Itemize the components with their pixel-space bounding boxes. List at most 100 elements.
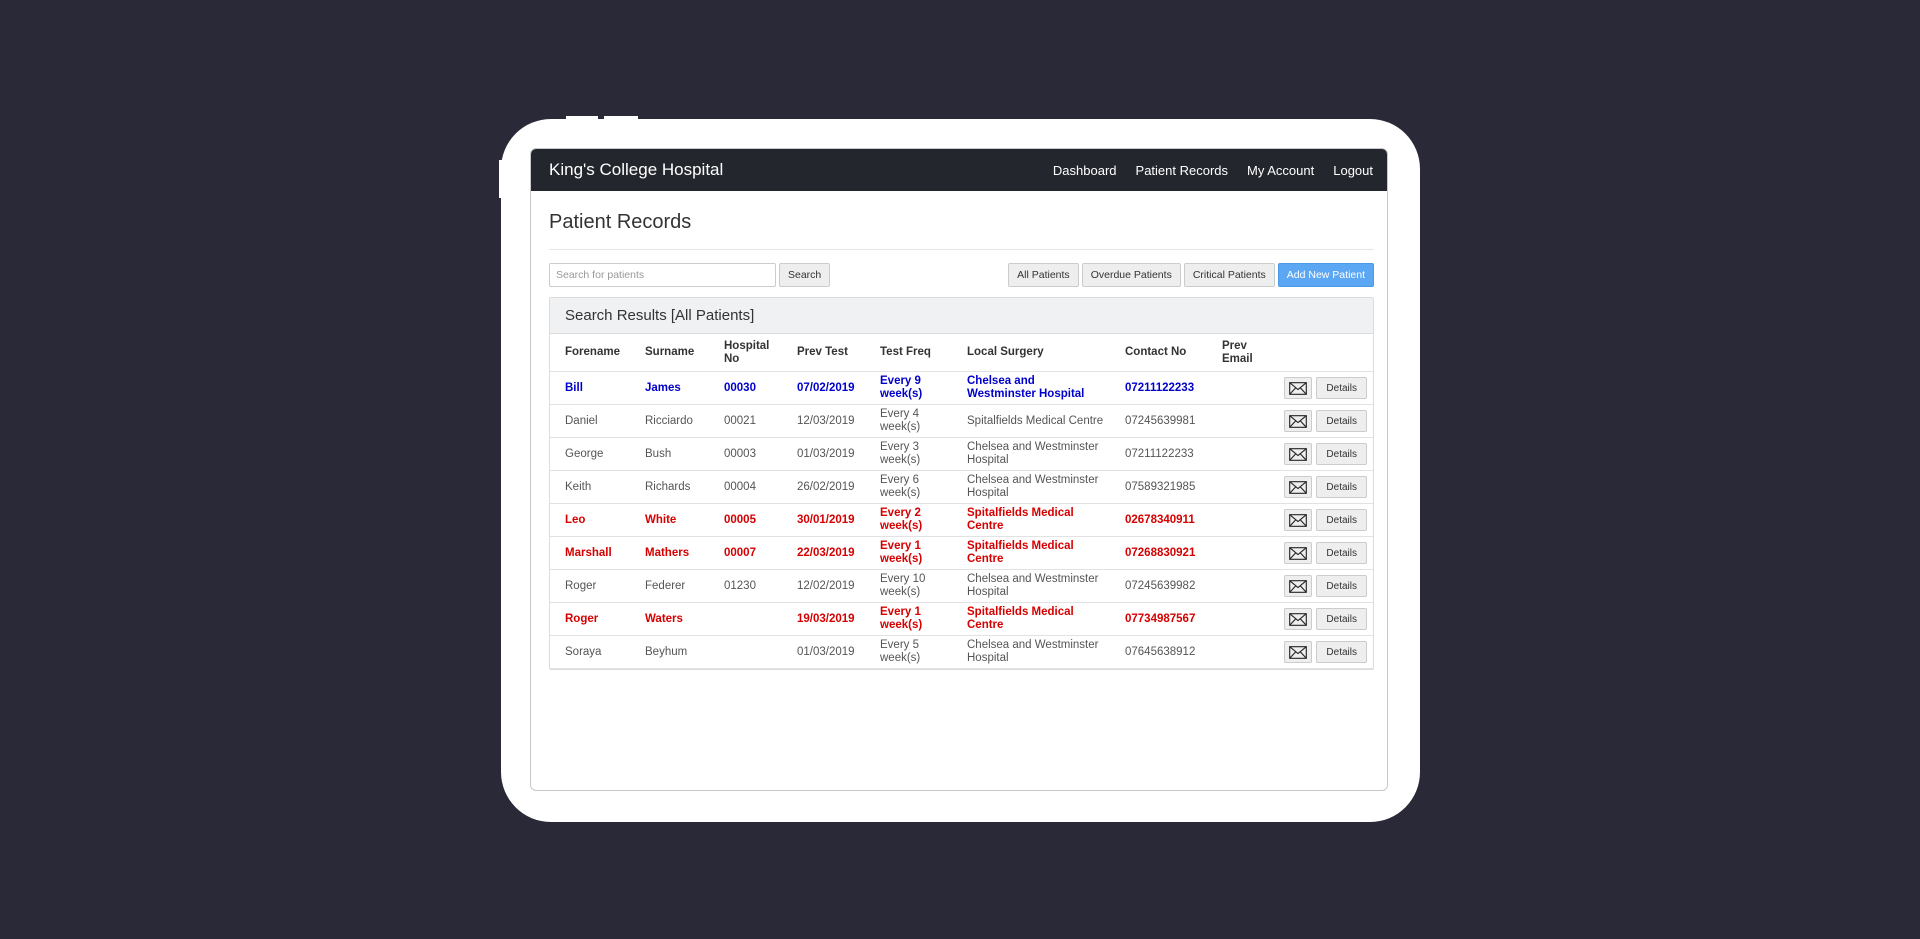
tablet-notch-left bbox=[566, 116, 598, 120]
cell-test-freq: Every 1 week(s) bbox=[865, 536, 952, 570]
cell-test-freq: Every 6 week(s) bbox=[865, 470, 952, 504]
column-header-test-freq: Test Freq bbox=[865, 334, 952, 372]
cell-local-surgery: Spitalfields Medical Centre bbox=[952, 536, 1110, 570]
details-button[interactable]: Details bbox=[1316, 641, 1367, 663]
cell-test-freq: Every 1 week(s) bbox=[865, 602, 952, 636]
cell-test-freq: Every 2 week(s) bbox=[865, 503, 952, 537]
email-button[interactable] bbox=[1284, 509, 1313, 531]
email-button[interactable] bbox=[1284, 641, 1313, 663]
critical-patients-button[interactable]: Critical Patients bbox=[1183, 263, 1275, 287]
column-header-contact-no: Contact No bbox=[1110, 334, 1207, 372]
tablet-side-button bbox=[499, 160, 503, 198]
cell-prev-email bbox=[1207, 602, 1266, 636]
toolbar: Search All Patients Overdue Patients Cri… bbox=[549, 263, 1374, 287]
envelope-icon bbox=[1289, 447, 1308, 461]
email-button[interactable] bbox=[1284, 608, 1313, 630]
table-row: Roger Federer 01230 12/02/2019 Every 10 week… bbox=[550, 569, 1373, 603]
cell-forename: Leo bbox=[550, 503, 630, 537]
row-actions: Details bbox=[1266, 470, 1373, 504]
cell-surname: Waters bbox=[630, 602, 709, 636]
cell-forename: George bbox=[550, 437, 630, 471]
cell-contact-no: 02678340911 bbox=[1110, 503, 1207, 537]
details-button[interactable]: Details bbox=[1316, 377, 1367, 399]
cell-hospital-no: 00007 bbox=[709, 536, 782, 570]
cell-local-surgery: Chelsea and Westminster Hospital bbox=[952, 569, 1110, 603]
table-row: Marshall Mathers 00007 22/03/2019 Every 1 we… bbox=[550, 536, 1373, 570]
row-actions: Details bbox=[1266, 371, 1373, 405]
column-header-local-surgery: Local Surgery bbox=[952, 334, 1110, 372]
results-heading: Search Results [All Patients] bbox=[550, 298, 1373, 334]
envelope-icon bbox=[1289, 513, 1308, 527]
envelope-icon bbox=[1289, 546, 1308, 560]
email-button[interactable] bbox=[1284, 443, 1313, 465]
cell-surname: Beyhum bbox=[630, 635, 709, 669]
table-row: Keith Richards 00004 26/02/2019 Every 6 week… bbox=[550, 470, 1373, 504]
column-header-actions bbox=[1266, 334, 1373, 372]
cell-prev-test: 12/03/2019 bbox=[782, 404, 865, 438]
cell-forename: Keith bbox=[550, 470, 630, 504]
cell-local-surgery: Chelsea and Westminster Hospital bbox=[952, 635, 1110, 669]
cell-forename: Soraya bbox=[550, 635, 630, 669]
brand-title[interactable]: King's College Hospital bbox=[549, 160, 723, 180]
cell-test-freq: Every 4 week(s) bbox=[865, 404, 952, 438]
envelope-icon bbox=[1289, 645, 1308, 659]
email-button[interactable] bbox=[1284, 377, 1313, 399]
cell-prev-email bbox=[1207, 470, 1266, 504]
row-actions: Details bbox=[1266, 404, 1373, 438]
cell-prev-email bbox=[1207, 437, 1266, 471]
details-button[interactable]: Details bbox=[1316, 509, 1367, 531]
details-button[interactable]: Details bbox=[1316, 575, 1367, 597]
details-button[interactable]: Details bbox=[1316, 443, 1367, 465]
cell-hospital-no: 00030 bbox=[709, 371, 782, 405]
cell-forename: Marshall bbox=[550, 536, 630, 570]
cell-contact-no: 07645638912 bbox=[1110, 635, 1207, 669]
cell-contact-no: 07734987567 bbox=[1110, 602, 1207, 636]
cell-contact-no: 07245639982 bbox=[1110, 569, 1207, 603]
email-button[interactable] bbox=[1284, 542, 1313, 564]
cell-surname: Ricciardo bbox=[630, 404, 709, 438]
patient-rows: Bill James 00030 07/02/2019 Every 9 week(s) C… bbox=[550, 371, 1373, 669]
row-actions: Details bbox=[1266, 503, 1373, 537]
cell-prev-email bbox=[1207, 404, 1266, 438]
table-row: Roger Waters 19/03/2019 Every 1 week(s) Spit… bbox=[550, 602, 1373, 636]
cell-prev-test: 30/01/2019 bbox=[782, 503, 865, 537]
envelope-icon bbox=[1289, 381, 1308, 395]
nav-patient-records[interactable]: Patient Records bbox=[1136, 163, 1229, 178]
details-button[interactable]: Details bbox=[1316, 476, 1367, 498]
email-button[interactable] bbox=[1284, 575, 1313, 597]
email-button[interactable] bbox=[1284, 410, 1313, 432]
all-patients-button[interactable]: All Patients bbox=[1008, 263, 1079, 287]
details-button[interactable]: Details bbox=[1316, 542, 1367, 564]
row-actions: Details bbox=[1266, 536, 1373, 570]
details-button[interactable]: Details bbox=[1316, 608, 1367, 630]
search-button[interactable]: Search bbox=[779, 263, 831, 287]
nav-logout[interactable]: Logout bbox=[1333, 163, 1373, 178]
column-header-forename: Forename bbox=[550, 334, 630, 372]
table-header-row: Forename Surname Hospital No Prev Test T… bbox=[550, 334, 1373, 372]
email-button[interactable] bbox=[1284, 476, 1313, 498]
overdue-patients-button[interactable]: Overdue Patients bbox=[1081, 263, 1181, 287]
filter-group: All Patients Overdue Patients Critical P… bbox=[1008, 263, 1374, 287]
nav-dashboard[interactable]: Dashboard bbox=[1053, 163, 1117, 178]
cell-surname: Bush bbox=[630, 437, 709, 471]
cell-prev-test: 26/02/2019 bbox=[782, 470, 865, 504]
cell-prev-test: 22/03/2019 bbox=[782, 536, 865, 570]
nav-my-account[interactable]: My Account bbox=[1247, 163, 1314, 178]
navbar: King's College Hospital Dashboard Patien… bbox=[531, 149, 1387, 191]
cell-forename: Daniel bbox=[550, 404, 630, 438]
cell-contact-no: 07245639981 bbox=[1110, 404, 1207, 438]
search-input[interactable] bbox=[549, 263, 776, 287]
cell-contact-no: 07268830921 bbox=[1110, 536, 1207, 570]
cell-surname: Richards bbox=[630, 470, 709, 504]
cell-surname: Federer bbox=[630, 569, 709, 603]
cell-contact-no: 07211122233 bbox=[1110, 437, 1207, 471]
cell-contact-no: 07589321985 bbox=[1110, 470, 1207, 504]
column-header-prev-email: Prev Email bbox=[1207, 334, 1266, 372]
envelope-icon bbox=[1289, 612, 1308, 626]
page-title: Patient Records bbox=[549, 191, 1374, 250]
add-new-patient-button[interactable]: Add New Patient bbox=[1277, 263, 1374, 287]
cell-local-surgery: Spitalfields Medical Centre bbox=[952, 404, 1110, 438]
cell-local-surgery: Chelsea and Westminster Hospital bbox=[952, 437, 1110, 471]
details-button[interactable]: Details bbox=[1316, 410, 1367, 432]
cell-prev-test: 01/03/2019 bbox=[782, 437, 865, 471]
